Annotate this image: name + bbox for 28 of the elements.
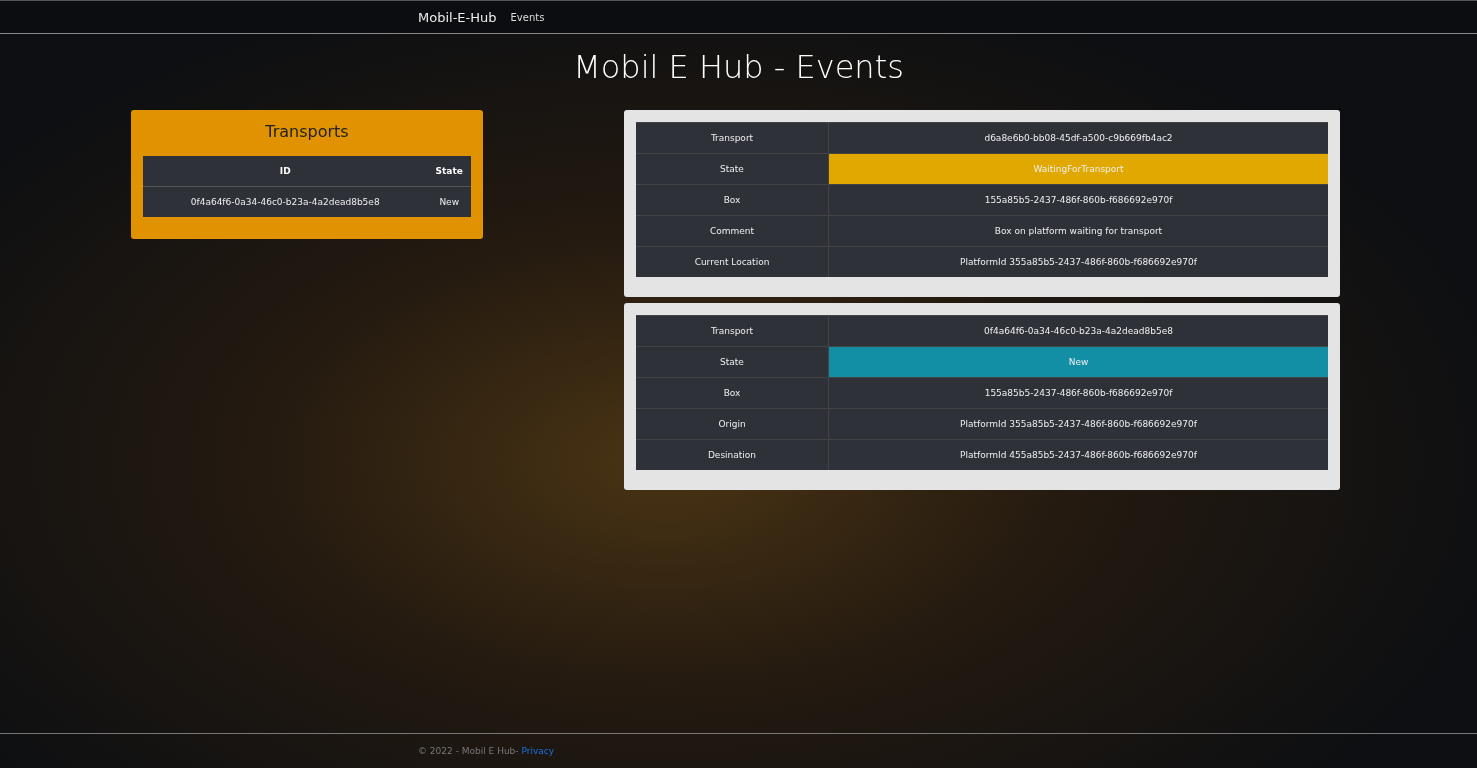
- table-cell: New: [427, 186, 471, 217]
- label-cell: Desination: [636, 439, 829, 470]
- value-cell: PlatformId 455a85b5-2437-486f-860b-f686692e970f: [828, 439, 1328, 470]
- label-cell: Box: [636, 377, 829, 409]
- label-cell: Current Location: [636, 246, 829, 277]
- privacy-link[interactable]: Privacy: [521, 746, 555, 756]
- state-cell: New: [828, 346, 1328, 378]
- value-cell: Box on platform waiting for transport: [828, 215, 1328, 247]
- brand-link[interactable]: Mobil-E-Hub: [418, 9, 497, 25]
- nav-link[interactable]: Events: [510, 11, 545, 23]
- label-cell: Box: [636, 184, 829, 216]
- label-cell: Origin: [636, 408, 829, 440]
- value-cell: PlatformId 355a85b5-2437-486f-860b-f686692e970f: [828, 246, 1328, 277]
- label-cell: State: [636, 346, 829, 378]
- state-cell: WaitingForTransport: [828, 153, 1328, 185]
- column-header: State: [427, 156, 471, 187]
- value-cell: 155a85b5-2437-486f-860b-f686692e970f: [828, 377, 1328, 409]
- card-title: Transports: [264, 122, 350, 141]
- table-cell: 0f4a64f6-0a34-46c0-b23a-4a2dead8b5e8: [143, 186, 428, 217]
- column-header: ID: [143, 156, 428, 187]
- page-title: Mobil E Hub - Events: [572, 48, 905, 86]
- value-cell: PlatformId 355a85b5-2437-486f-860b-f686692e970f: [828, 408, 1328, 440]
- label-cell: State: [636, 153, 829, 185]
- value-cell: 155a85b5-2437-486f-860b-f686692e970f: [828, 184, 1328, 216]
- label-cell: Comment: [636, 215, 829, 247]
- label-cell: Transport: [636, 315, 829, 347]
- copyright-text: © 2022 - Mobil E Hub- Privacy: [418, 746, 555, 756]
- label-cell: Transport: [636, 122, 829, 154]
